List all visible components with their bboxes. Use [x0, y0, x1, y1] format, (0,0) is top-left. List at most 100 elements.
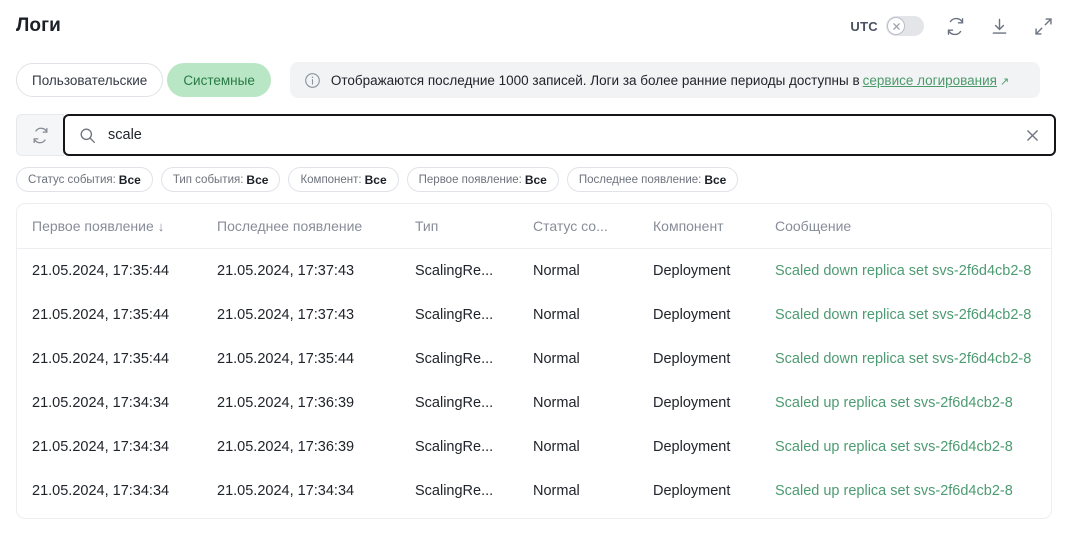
- cell-status: Normal: [533, 307, 580, 323]
- chip-event-status[interactable]: Статус события: Все: [16, 167, 153, 192]
- cell-last-seen: 21.05.2024, 17:34:34: [217, 483, 355, 499]
- chip-event-type[interactable]: Тип события: Все: [160, 167, 281, 192]
- cell-message[interactable]: Scaled up replica set svs-2f6d4cb2-8: [775, 381, 1051, 425]
- table-header: Первое появление ↓ Последнее появление Ти…: [17, 204, 1051, 249]
- external-link-icon: ↗: [999, 75, 1010, 88]
- expand-icon: [1034, 17, 1052, 35]
- column-label: Первое появление: [32, 218, 154, 234]
- search-row: [16, 114, 1056, 156]
- info-banner: Отображаются последние 1000 записей. Лог…: [289, 62, 1040, 98]
- cell-first-seen: 21.05.2024, 17:34:34: [32, 439, 170, 455]
- cell-message[interactable]: Scaled down replica set svs-2f6d4cb2-8: [775, 337, 1051, 381]
- cell-status: Normal: [533, 395, 580, 411]
- search-icon: [79, 127, 96, 144]
- logs-page: Логи UTC Пользовательские Системные Отоб…: [0, 0, 1072, 537]
- tab-user-logs[interactable]: Пользовательские: [16, 63, 164, 97]
- table-body: 21.05.2024, 17:35:44 21.05.2024, 17:37:4…: [17, 249, 1051, 514]
- cell-first-seen: 21.05.2024, 17:35:44: [32, 263, 170, 279]
- close-icon: [1026, 129, 1038, 141]
- chip-value: Все: [704, 172, 727, 187]
- cell-component: Deployment: [653, 483, 731, 499]
- filter-chips: Статус события: Все Тип события: Все Компо…: [16, 167, 739, 192]
- column-header-status[interactable]: Статус со...: [533, 204, 653, 249]
- filter-subbar: Пользовательские Системные Отображаются …: [0, 58, 1072, 102]
- info-banner-message: Отображаются последние 1000 записей. Лог…: [330, 72, 860, 88]
- chip-last-seen[interactable]: Последнее появление: Все: [566, 167, 739, 192]
- column-header-message[interactable]: Сообщение: [775, 204, 1051, 249]
- table-header-row: Первое появление ↓ Последнее появление Ти…: [17, 204, 1051, 249]
- clear-search-button[interactable]: [1022, 125, 1042, 145]
- logging-service-link[interactable]: сервисе логирования: [863, 73, 997, 88]
- table-row[interactable]: 21.05.2024, 17:35:44 21.05.2024, 17:37:4…: [17, 293, 1051, 337]
- table-row[interactable]: 21.05.2024, 17:35:44 21.05.2024, 17:35:4…: [17, 337, 1051, 381]
- table-row[interactable]: 21.05.2024, 17:35:44 21.05.2024, 17:37:4…: [17, 249, 1051, 294]
- cell-type: ScalingRe...: [415, 439, 494, 455]
- cell-first-seen: 21.05.2024, 17:34:34: [32, 395, 170, 411]
- chip-label: Тип события:: [172, 173, 244, 186]
- refresh-icon: [33, 127, 47, 143]
- cell-first-seen: 21.05.2024, 17:34:34: [32, 483, 170, 499]
- column-header-component[interactable]: Компонент: [653, 204, 775, 249]
- cell-type: ScalingRe...: [415, 307, 494, 323]
- cell-status: Normal: [533, 263, 580, 279]
- cell-first-seen: 21.05.2024, 17:35:44: [32, 307, 170, 323]
- logs-table-container: Первое появление ↓ Последнее появление Ти…: [16, 203, 1052, 519]
- cell-message[interactable]: Scaled down replica set svs-2f6d4cb2-8: [775, 249, 1051, 294]
- column-header-last-seen[interactable]: Последнее появление: [217, 204, 415, 249]
- search-input[interactable]: [108, 127, 1022, 143]
- chip-label: Статус события:: [28, 173, 116, 186]
- utc-label: UTC: [850, 18, 878, 34]
- sort-descending-icon: ↓: [157, 219, 165, 234]
- search-refresh-button[interactable]: [16, 114, 64, 156]
- info-icon: [304, 72, 321, 89]
- cell-type: ScalingRe...: [415, 483, 494, 499]
- column-header-first-seen[interactable]: Первое появление ↓: [17, 204, 217, 249]
- chip-first-seen[interactable]: Первое появление: Все: [406, 167, 559, 192]
- cell-last-seen: 21.05.2024, 17:37:43: [217, 307, 355, 323]
- cell-component: Deployment: [653, 439, 731, 455]
- cell-message[interactable]: Scaled up replica set svs-2f6d4cb2-8: [775, 425, 1051, 469]
- cell-component: Deployment: [653, 395, 731, 411]
- toggle-knob: [887, 17, 905, 35]
- table-row[interactable]: 21.05.2024, 17:34:34 21.05.2024, 17:36:3…: [17, 381, 1051, 425]
- cell-component: Deployment: [653, 263, 731, 279]
- cell-type: ScalingRe...: [415, 351, 494, 367]
- log-type-tabs: Пользовательские Системные: [16, 63, 271, 97]
- chip-component[interactable]: Компонент: Все: [288, 167, 399, 192]
- close-icon: [892, 22, 900, 30]
- cell-first-seen: 21.05.2024, 17:35:44: [32, 351, 170, 367]
- page-header: Логи UTC: [0, 0, 1072, 52]
- search-field-container[interactable]: [63, 114, 1056, 156]
- table-row[interactable]: 21.05.2024, 17:34:34 21.05.2024, 17:34:3…: [17, 469, 1051, 513]
- cell-last-seen: 21.05.2024, 17:36:39: [217, 395, 355, 411]
- cell-message[interactable]: Scaled down replica set svs-2f6d4cb2-8: [775, 293, 1051, 337]
- tab-system-logs[interactable]: Системные: [167, 63, 271, 97]
- chip-label: Последнее появление:: [578, 173, 702, 186]
- utc-toggle-group[interactable]: UTC: [850, 16, 924, 36]
- table-row[interactable]: 21.05.2024, 17:34:34 21.05.2024, 17:36:3…: [17, 425, 1051, 469]
- chip-value: Все: [246, 172, 269, 187]
- chip-value: Все: [524, 172, 547, 187]
- refresh-button[interactable]: [942, 13, 968, 39]
- column-header-type[interactable]: Тип: [415, 204, 533, 249]
- cell-type: ScalingRe...: [415, 395, 494, 411]
- cell-component: Deployment: [653, 351, 731, 367]
- header-actions: UTC: [850, 13, 1056, 39]
- cell-status: Normal: [533, 483, 580, 499]
- page-title: Логи: [16, 15, 61, 36]
- cell-component: Deployment: [653, 307, 731, 323]
- info-banner-text: Отображаются последние 1000 записей. Лог…: [331, 73, 1009, 88]
- download-button[interactable]: [986, 13, 1012, 39]
- utc-toggle-switch[interactable]: [886, 16, 924, 36]
- chip-value: Все: [364, 172, 387, 187]
- cell-last-seen: 21.05.2024, 17:35:44: [217, 351, 355, 367]
- chip-label: Первое появление:: [418, 173, 522, 186]
- download-icon: [992, 18, 1006, 34]
- chip-value: Все: [118, 172, 141, 187]
- cell-last-seen: 21.05.2024, 17:36:39: [217, 439, 355, 455]
- cell-type: ScalingRe...: [415, 263, 494, 279]
- logs-table: Первое появление ↓ Последнее появление Ти…: [17, 204, 1051, 513]
- cell-message[interactable]: Scaled up replica set svs-2f6d4cb2-8: [775, 469, 1051, 513]
- expand-button[interactable]: [1030, 13, 1056, 39]
- cell-status: Normal: [533, 439, 580, 455]
